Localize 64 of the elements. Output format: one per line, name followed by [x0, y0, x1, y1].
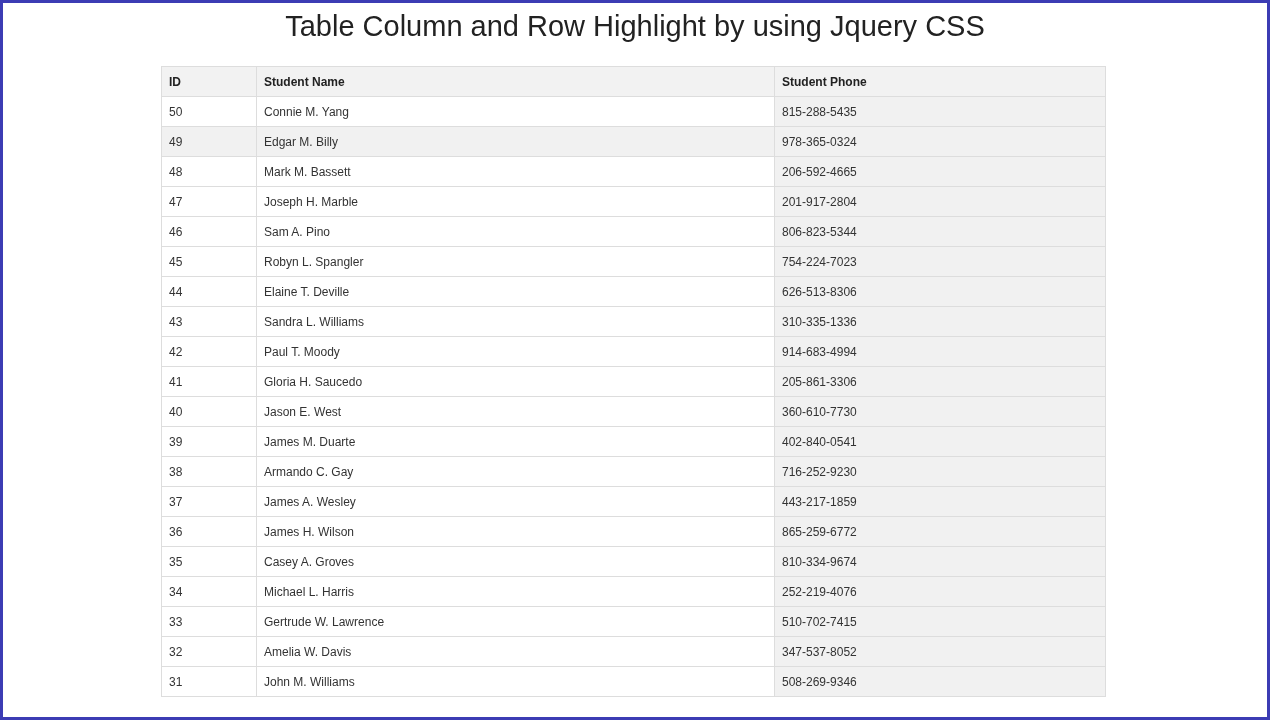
table-cell: 41 — [161, 366, 257, 397]
table-cell: 48 — [161, 156, 257, 187]
table-cell: 35 — [161, 546, 257, 577]
table-cell: 49 — [161, 126, 257, 157]
table-cell: Robyn L. Spangler — [256, 246, 775, 277]
table-cell: 36 — [161, 516, 257, 547]
table-cell: Amelia W. Davis — [256, 636, 775, 667]
table-cell: 716-252-9230 — [774, 456, 1106, 487]
table-cell: 347-537-8052 — [774, 636, 1106, 667]
table-cell: 815-288-5435 — [774, 96, 1106, 127]
table-cell: Gloria H. Saucedo — [256, 366, 775, 397]
table-cell: 42 — [161, 336, 257, 367]
table-cell: 32 — [161, 636, 257, 667]
table-cell: 252-219-4076 — [774, 576, 1106, 607]
table-cell: Elaine T. Deville — [256, 276, 775, 307]
table-cell: 43 — [161, 306, 257, 337]
page-title: Table Column and Row Highlight by using Jquery CSS — [284, 9, 986, 44]
table-cell: 754-224-7023 — [774, 246, 1106, 277]
table-cell: 206-592-4665 — [774, 156, 1106, 187]
table-cell: James A. Wesley — [256, 486, 775, 517]
table-cell: 360-610-7730 — [774, 396, 1106, 427]
table-cell: 37 — [161, 486, 257, 517]
table-cell: 31 — [161, 666, 257, 697]
table-cell: 33 — [161, 606, 257, 637]
table-cell: 810-334-9674 — [774, 546, 1106, 577]
table-cell: 402-840-0541 — [774, 426, 1106, 457]
table-cell: Paul T. Moody — [256, 336, 775, 367]
table-cell: John M. Williams — [256, 666, 775, 697]
table-cell: Sam A. Pino — [256, 216, 775, 247]
table-cell: 865-259-6772 — [774, 516, 1106, 547]
table-cell: Edgar M. Billy — [256, 126, 775, 157]
table-cell: Mark M. Bassett — [256, 156, 775, 187]
table-cell: James H. Wilson — [256, 516, 775, 547]
column-header: Student Name — [256, 66, 775, 97]
table-cell: 47 — [161, 186, 257, 217]
column-header: ID — [161, 66, 257, 97]
table-cell: 508-269-9346 — [774, 666, 1106, 697]
table-cell: Joseph H. Marble — [256, 186, 775, 217]
table-cell: 50 — [161, 96, 257, 127]
table-cell: 978-365-0324 — [774, 126, 1106, 157]
table-cell: 201-917-2804 — [774, 186, 1106, 217]
table-cell: Connie M. Yang — [256, 96, 775, 127]
table-cell: 626-513-8306 — [774, 276, 1106, 307]
table-cell: 914-683-4994 — [774, 336, 1106, 367]
table-cell: 34 — [161, 576, 257, 607]
table-cell: 38 — [161, 456, 257, 487]
table-cell: 205-861-3306 — [774, 366, 1106, 397]
table-cell: James M. Duarte — [256, 426, 775, 457]
table-cell: Michael L. Harris — [256, 576, 775, 607]
table-cell: 45 — [161, 246, 257, 277]
table-cell: Sandra L. Williams — [256, 306, 775, 337]
table-cell: 510-702-7415 — [774, 606, 1106, 637]
table-cell: 806-823-5344 — [774, 216, 1106, 247]
table-cell: 310-335-1336 — [774, 306, 1106, 337]
table-cell: 46 — [161, 216, 257, 247]
table-cell: Armando C. Gay — [256, 456, 775, 487]
column-header: Student Phone — [774, 66, 1106, 97]
table-cell: 40 — [161, 396, 257, 427]
table-cell: Casey A. Groves — [256, 546, 775, 577]
table-cell: Jason E. West — [256, 396, 775, 427]
table-cell: 39 — [161, 426, 257, 457]
table-cell: Gertrude W. Lawrence — [256, 606, 775, 637]
table-cell: 443-217-1859 — [774, 486, 1106, 517]
table-cell: 44 — [161, 276, 257, 307]
